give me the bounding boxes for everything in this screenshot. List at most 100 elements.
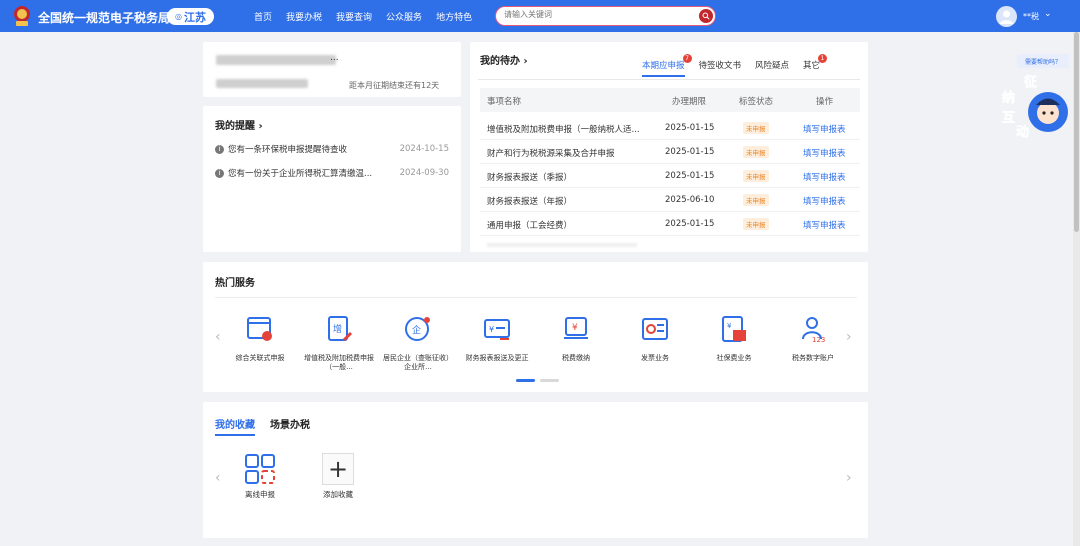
tab-current-declaration[interactable]: 本期应申报 7 (642, 54, 692, 77)
table-header: 事项名称 办理期限 标签状态 操作 (480, 88, 860, 112)
chevron-left-icon[interactable]: ‹ (215, 329, 221, 345)
avatar[interactable] (996, 6, 1017, 27)
mascot-char: 互 (1002, 111, 1015, 126)
fill-declaration-link[interactable]: 填写申报表 (803, 147, 846, 159)
reminder-item[interactable]: i 您有一份关于企业所得税汇算清缴温... 2024-09-30 (215, 167, 449, 179)
svg-text:增: 增 (333, 323, 342, 335)
nav-query[interactable]: 我要查询 (336, 10, 372, 23)
tab-other[interactable]: 其它 1 (803, 54, 828, 77)
status-badge: 未申报 (743, 218, 769, 230)
column-header: 操作 (816, 97, 834, 107)
carousel-indicator (516, 379, 559, 382)
nav-public-service[interactable]: 公众服务 (386, 10, 422, 23)
fill-declaration-link[interactable]: 填写申报表 (803, 219, 846, 231)
service-vat-declaration[interactable]: 增 增值税及附加税费申报（一般... (301, 314, 377, 372)
tab-scenario-tax[interactable]: 场景办税 (270, 416, 310, 431)
nav-local-features[interactable]: 地方特色 (436, 10, 472, 23)
redacted-ellipsis: ... (330, 53, 339, 63)
info-icon: i (215, 144, 224, 154)
mascot-char: 征 (1024, 74, 1037, 90)
tab-pending-documents[interactable]: 待签收文书 (699, 59, 742, 77)
service-invoice[interactable]: 发票业务 (617, 314, 693, 363)
chevron-down-icon[interactable]: ⌄ (1044, 9, 1052, 19)
item-deadline: 2025-01-15 (665, 123, 715, 133)
offline-declaration-icon (245, 454, 275, 484)
location-pin-icon: ◎ (175, 12, 182, 21)
mascot-char: 动 (1016, 125, 1029, 140)
todo-tabs: 本期应申报 7 待签收文书 风险疑点 其它 1 (642, 54, 834, 77)
fill-declaration-link[interactable]: 填写申报表 (803, 195, 846, 207)
social-security-icon: ¥ (722, 316, 746, 342)
reminder-text: 您有一条环保税申报提醒待查收 (228, 145, 348, 155)
search-input[interactable] (504, 10, 684, 19)
tab-risk-issues[interactable]: 风险疑点 (755, 59, 789, 77)
todo-title[interactable]: 我的待办 › (480, 52, 528, 67)
tax-emblem-icon (14, 6, 30, 26)
table-row: 财产和行为税税源采集及合并申报 2025-01-15 未申报 填写申报表 (480, 140, 860, 164)
reminders-title[interactable]: 我的提醒 › (215, 117, 263, 132)
service-enterprise-income-tax[interactable]: 企 居民企业（查账征收）企业所... (380, 314, 456, 372)
hot-services-panel: 热门服务 ‹ › 综合关联式申报 增 增值税及附加税费申报（一般... 企 居民… (203, 262, 868, 392)
service-combined-declaration[interactable]: 综合关联式申报 (222, 314, 298, 363)
favorite-offline-declaration[interactable]: 离线申报 (230, 453, 290, 500)
table-row: 财务报表报送（季报） 2025-01-15 未申报 填写申报表 (480, 164, 860, 188)
page-scrollbar[interactable] (1073, 32, 1080, 546)
nav-handle-tax[interactable]: 我要办税 (286, 10, 322, 23)
scrollbar-thumb[interactable] (1074, 32, 1079, 232)
region-label: 江苏 (183, 10, 206, 24)
table-row: 财务报表报送（年报） 2025-06-10 未申报 填写申报表 (480, 188, 860, 212)
search-button[interactable] (699, 9, 713, 23)
column-header: 办理期限 (672, 97, 707, 107)
vat-declaration-icon: 增 (328, 316, 353, 342)
item-name: 财务报表报送（年报） (487, 197, 573, 207)
tax-payment-icon: ¥ (564, 317, 588, 339)
column-header: 标签状态 (739, 97, 774, 107)
divider (478, 79, 860, 80)
svg-text:¥: ¥ (572, 323, 578, 333)
svg-text:123: 123 (812, 336, 825, 344)
interaction-mascot-icon[interactable]: 征 纳 互 动 (998, 72, 1070, 144)
tab-my-favorites[interactable]: 我的收藏 (215, 416, 255, 436)
status-badge: 未申报 (743, 194, 769, 206)
todo-panel: 我的待办 › 本期应申报 7 待签收文书 风险疑点 其它 1 事项名称 办理期限 标… (470, 42, 868, 252)
favorite-label: 离线申报 (245, 490, 275, 499)
service-label: 财务报表报送及更正 (465, 354, 529, 362)
combined-declaration-icon (247, 317, 272, 341)
reminder-item[interactable]: i 您有一条环保税申报提醒待查收 2024-10-15 (215, 143, 449, 155)
favorite-label: 添加收藏 (323, 490, 353, 499)
column-header: 事项名称 (487, 97, 522, 107)
item-deadline: 2025-01-15 (665, 171, 715, 181)
account-panel: ... 距本月征期结束还有12天 (203, 42, 461, 97)
fill-declaration-link[interactable]: 填写申报表 (803, 171, 846, 183)
service-social-security[interactable]: ¥ 社保费业务 (696, 314, 772, 363)
carousel-dot[interactable] (540, 379, 559, 382)
status-badge: 未申报 (743, 170, 769, 182)
table-row: 通用申报（工会经费） 2025-01-15 未申报 填写申报表 (480, 212, 860, 236)
item-name: 财产和行为税税源采集及合并申报 (487, 149, 615, 159)
svg-text:¥: ¥ (489, 325, 494, 334)
add-favorite-button[interactable]: + 添加收藏 (308, 453, 368, 500)
divider (215, 297, 857, 298)
favorites-panel: 我的收藏 场景办税 ‹ › 离线申报 + 添加收藏 (203, 402, 868, 538)
item-deadline: 2025-01-15 (665, 219, 715, 229)
user-name[interactable]: **税 (1023, 11, 1039, 22)
chevron-left-icon[interactable]: ‹ (215, 470, 221, 486)
redacted-company-name (216, 55, 336, 65)
service-digital-account[interactable]: 123 税务数字账户 (775, 314, 851, 363)
redacted-tax-id (216, 79, 308, 88)
help-button[interactable]: 需要帮助吗？ (1017, 54, 1069, 68)
reminders-panel: 我的提醒 › i 您有一条环保税申报提醒待查收 2024-10-15 i 您有一… (203, 106, 461, 252)
status-badge: 未申报 (743, 122, 769, 134)
nav-home[interactable]: 首页 (254, 10, 272, 23)
service-label: 社保费业务 (716, 354, 752, 362)
service-label: 居民企业（查账征收）企业所... (383, 354, 453, 371)
service-financial-report[interactable]: ¥ 财务报表报送及更正 (459, 314, 535, 363)
enterprise-income-tax-icon: 企 (405, 317, 430, 341)
region-selector[interactable]: ◎ 江苏 (167, 8, 214, 25)
carousel-dot-active[interactable] (516, 379, 535, 382)
service-tax-payment[interactable]: ¥ 税费缴纳 (538, 314, 614, 363)
fill-declaration-link[interactable]: 填写申报表 (803, 123, 846, 135)
chevron-right-icon[interactable]: › (846, 470, 852, 486)
reminder-text: 您有一份关于企业所得税汇算清缴温... (228, 169, 373, 179)
site-title[interactable]: 全国统一规范电子税务局 (38, 9, 170, 26)
